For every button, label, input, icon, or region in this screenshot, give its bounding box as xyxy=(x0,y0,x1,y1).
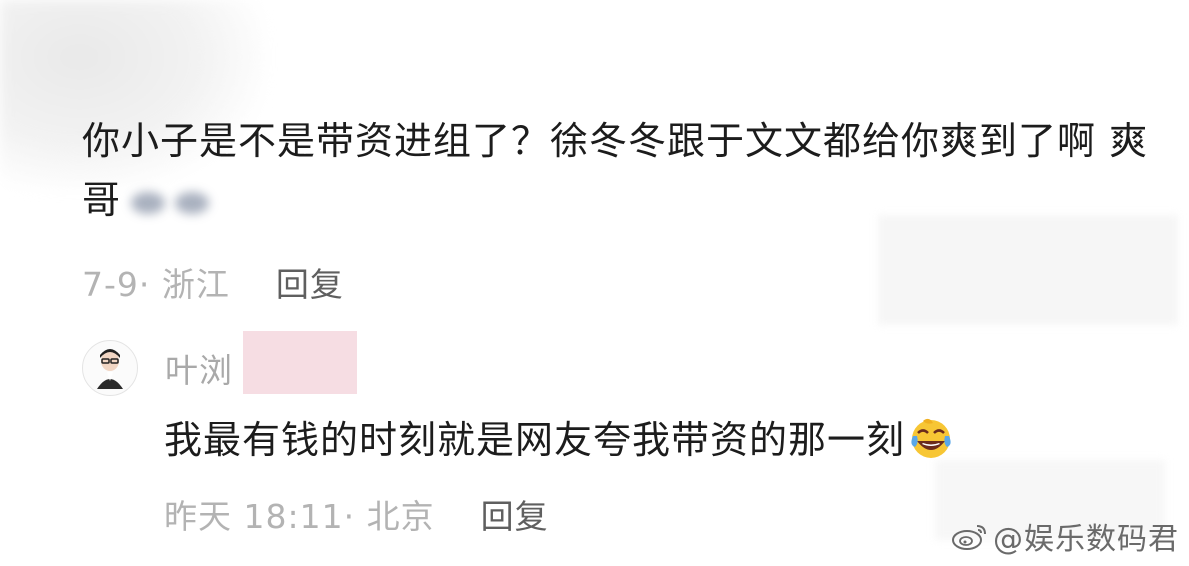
comment-reply-button[interactable]: 回复 xyxy=(276,265,344,304)
comment-date-location: 7-9· 浙江 xyxy=(82,265,230,304)
reply-date-location: 昨天 18:11· 北京 xyxy=(164,497,435,536)
watermark: @娱乐数码君 xyxy=(951,514,1179,558)
blurred-background-patch xyxy=(878,215,1178,325)
comment-text: 你小子是不是带资进组了？徐冬冬跟于文文都给你爽到了啊 爽哥 xyxy=(82,112,1162,230)
watermark-text: @娱乐数码君 xyxy=(993,522,1179,557)
blurred-emoji-icon xyxy=(131,191,166,214)
reply-username[interactable]: 叶浏 xyxy=(165,344,233,392)
avatar-figure-icon xyxy=(97,349,123,389)
avatar[interactable] xyxy=(82,340,138,396)
weibo-icon xyxy=(952,525,986,550)
reply-text: 我最有钱的时刻就是网友夸我带资的那一刻 xyxy=(164,412,953,476)
comment-body: 你小子是不是带资进组了？徐冬冬跟于文文都给你爽到了啊 爽哥 xyxy=(82,119,1149,222)
blurred-emoji-icon xyxy=(175,191,210,214)
reply-body: 我最有钱的时刻就是网友夸我带资的那一刻 xyxy=(164,418,906,462)
reply-reply-button[interactable]: 回复 xyxy=(481,497,549,536)
blurred-username-suffix xyxy=(243,331,357,394)
laughing-crying-emoji-icon xyxy=(909,417,953,476)
comment-meta: 7-9· 浙江 回复 xyxy=(82,258,344,306)
reply-meta: 昨天 18:11· 北京 回复 xyxy=(164,490,549,538)
